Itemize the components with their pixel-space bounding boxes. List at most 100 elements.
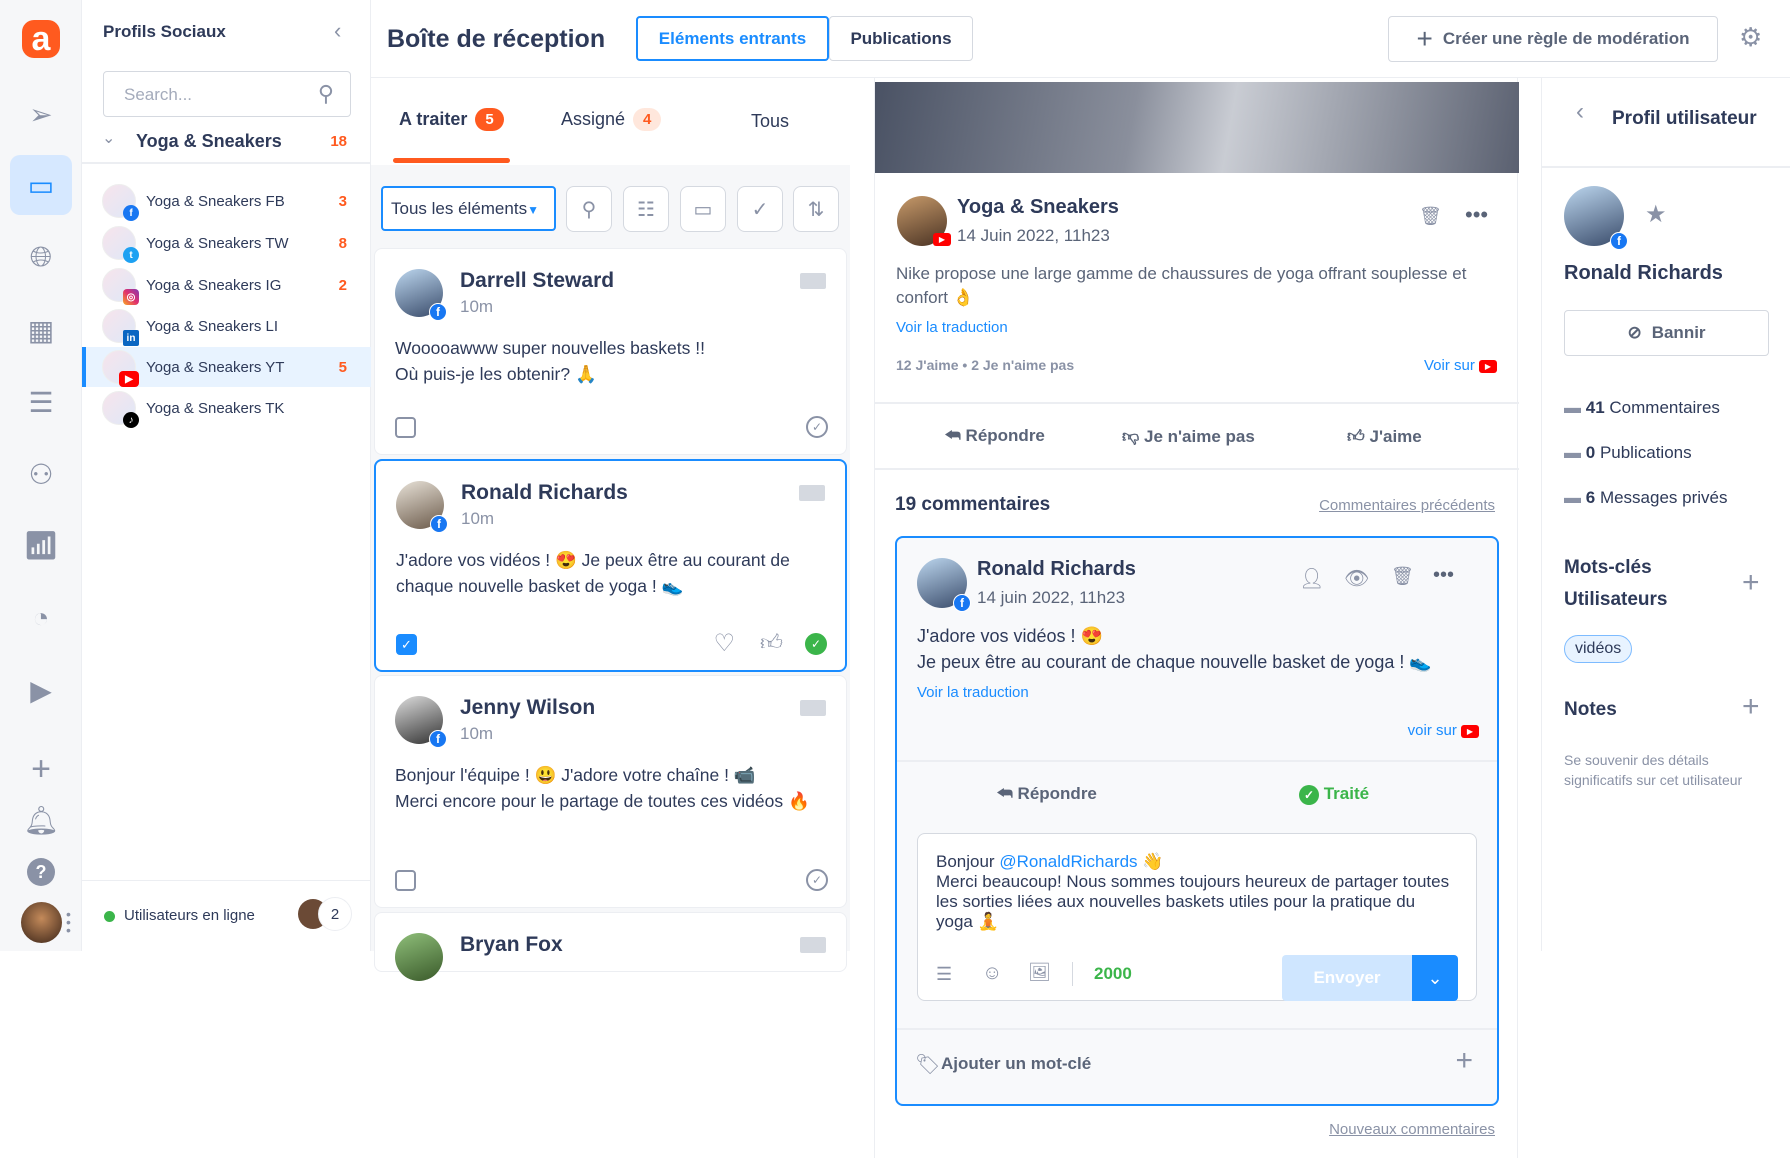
- trash-icon[interactable]: 🗑︎: [1391, 566, 1414, 587]
- post-avatar: ▶: [897, 196, 951, 246]
- more-icon[interactable]: •••: [1433, 564, 1454, 587]
- select-checkbox[interactable]: [395, 870, 416, 891]
- profile-item-li[interactable]: in Yoga & Sneakers LI: [82, 306, 371, 346]
- add-keyword-row[interactable]: 🏷︎ Ajouter un mot-clé +: [897, 1028, 1497, 1104]
- inbox-icon[interactable]: ▭: [10, 155, 72, 215]
- post-image: [875, 82, 1519, 173]
- hide-icon[interactable]: 👁︎: [1344, 566, 1369, 591]
- inbox-item[interactable]: f Darrell Steward 10m Wooooawww super no…: [374, 248, 847, 455]
- reply-button[interactable]: ⮪ Répondre: [945, 426, 1045, 446]
- thumbs-up-icon[interactable]: 👍︎: [760, 629, 783, 656]
- user-avatar[interactable]: [21, 902, 62, 943]
- previous-comments-link[interactable]: Commentaires précédents: [1319, 497, 1495, 514]
- filter-dropdown[interactable]: Tous les éléments▼: [381, 186, 556, 231]
- like-button[interactable]: 👍︎ J'aime: [1347, 426, 1422, 447]
- post-date: 14 Juin 2022, 11h23: [957, 226, 1110, 245]
- online-users[interactable]: Utilisateurs en ligne 2: [82, 880, 371, 951]
- message-text: Wooooawww super nouvelles baskets !! Où …: [395, 338, 705, 384]
- profile-item-yt[interactable]: ▶ Yoga & Sneakers YT 5: [82, 347, 371, 387]
- bell-icon[interactable]: 🔔︎: [21, 800, 61, 840]
- filter-value: Tous les éléments: [391, 199, 528, 218]
- mark-done-button[interactable]: ✓: [737, 186, 783, 232]
- collapse-icon[interactable]: ‹: [334, 18, 341, 44]
- reply-label: Répondre: [1017, 784, 1097, 803]
- calendar-button[interactable]: ▭: [680, 186, 726, 232]
- timestamp: 10m: [460, 724, 494, 743]
- profile-item-fb[interactable]: f Yoga & Sneakers FB 3: [82, 181, 371, 221]
- users-icon[interactable]: ⚇: [21, 454, 61, 494]
- tab-incoming[interactable]: Eléments entrants: [636, 16, 829, 61]
- profile-item-ig[interactable]: ◎ Yoga & Sneakers IG 2: [82, 265, 371, 305]
- profile-group[interactable]: ⌄ Yoga & Sneakers 18: [82, 126, 371, 164]
- translate-link[interactable]: Voir la traduction: [917, 684, 1029, 701]
- translate-link[interactable]: Voir la traduction: [896, 319, 1008, 336]
- processed-button[interactable]: ✓ Traité: [1299, 784, 1369, 805]
- star-icon[interactable]: ★: [1645, 200, 1667, 229]
- send-button[interactable]: Envoyer: [1282, 955, 1412, 1001]
- more-icon[interactable]: •••: [1465, 202, 1488, 228]
- dislike-button[interactable]: 👎︎ Je n'aime pas: [1122, 426, 1255, 447]
- avatar: f: [396, 481, 448, 533]
- ban-button[interactable]: ⊘ Bannir: [1564, 310, 1769, 356]
- trash-icon[interactable]: 🗑︎: [1419, 206, 1442, 227]
- more-icon[interactable]: •••: [66, 907, 71, 937]
- media-library-icon[interactable]: ▶: [21, 670, 61, 710]
- view-on-youtube-link[interactable]: Voir sur ▶: [1424, 357, 1497, 374]
- planner-icon[interactable]: ☰: [21, 382, 61, 422]
- inbox-item[interactable]: Bryan Fox: [374, 912, 847, 981]
- tab-publications[interactable]: Publications: [829, 16, 973, 61]
- globe-search-icon[interactable]: 🌐︎: [21, 237, 61, 277]
- tab-all[interactable]: Tous: [751, 111, 789, 132]
- image-icon[interactable]: 🖼︎: [1028, 962, 1051, 983]
- comment-line-2: Je peux être au courant de chaque nouvel…: [917, 652, 1432, 672]
- reply-editor[interactable]: Bonjour @RonaldRichards 👋 Merci beaucoup…: [917, 833, 1477, 1001]
- plus-icon[interactable]: +: [1455, 1044, 1473, 1078]
- send-icon[interactable]: ➢: [21, 94, 61, 134]
- select-checkbox[interactable]: ✓: [396, 634, 417, 655]
- mark-done-icon[interactable]: ✓: [806, 416, 828, 438]
- add-note-icon[interactable]: +: [1742, 690, 1760, 724]
- reply-body: Merci beaucoup! Nous sommes toujours heu…: [936, 872, 1450, 931]
- select-checkbox[interactable]: [395, 417, 416, 438]
- emoji-icon[interactable]: ☺: [982, 962, 1002, 985]
- tab-count: 5: [475, 108, 504, 131]
- saved-replies-icon[interactable]: ☰: [936, 964, 952, 985]
- help-icon[interactable]: ?: [21, 852, 61, 892]
- reply-button[interactable]: ⮪ Répondre: [997, 784, 1097, 804]
- stat-value: 6: [1585, 488, 1596, 507]
- dashboard-icon[interactable]: ◔: [21, 598, 61, 638]
- assign-user-icon[interactable]: 👤︎: [1299, 566, 1324, 591]
- divider: [1542, 166, 1790, 168]
- profile-item-tk[interactable]: ♪ Yoga & Sneakers TK: [82, 388, 371, 428]
- sort-button[interactable]: ⇅: [793, 186, 839, 232]
- tab-assigned[interactable]: Assigné 4: [561, 108, 662, 131]
- send-options-button[interactable]: ⌄: [1412, 955, 1458, 1001]
- comment-avatar: f: [917, 558, 971, 612]
- app-logo[interactable]: a: [22, 20, 60, 58]
- tab-to-process[interactable]: A traiter 5: [399, 108, 504, 131]
- inbox-item[interactable]: f Jenny Wilson 10m Bonjour l'équipe ! 😃 …: [374, 675, 847, 908]
- divider: [1072, 962, 1073, 986]
- analytics-icon[interactable]: 📶︎: [21, 525, 61, 565]
- instagram-icon: ◎: [123, 289, 139, 305]
- filters-button[interactable]: ☷: [623, 186, 669, 232]
- search-button[interactable]: ⚲: [566, 186, 612, 232]
- search-input[interactable]: Search... ⚲: [103, 71, 351, 117]
- tiktok-icon: ♪: [123, 412, 139, 428]
- mark-done-icon[interactable]: ✓: [806, 869, 828, 891]
- plus-icon[interactable]: +: [21, 749, 61, 789]
- add-keyword-icon[interactable]: +: [1742, 566, 1760, 600]
- keyword-chip[interactable]: vidéos: [1564, 635, 1633, 663]
- done-icon[interactable]: ✓: [805, 633, 827, 655]
- back-icon[interactable]: ‹: [1576, 98, 1584, 126]
- calendar-icon[interactable]: ▦: [21, 310, 61, 350]
- heart-icon[interactable]: ♡: [713, 629, 735, 658]
- inbox-item-selected[interactable]: f Ronald Richards 10m J'adore vos vidéos…: [374, 459, 847, 672]
- comment-type-icon: [800, 700, 826, 716]
- new-comments-link[interactable]: Nouveaux commentaires: [1329, 1121, 1495, 1138]
- gear-icon[interactable]: ⚙: [1739, 22, 1762, 53]
- create-rule-button[interactable]: + Créer une règle de modération: [1388, 16, 1718, 62]
- tab-label: Assigné: [561, 109, 626, 129]
- profile-item-tw[interactable]: t Yoga & Sneakers TW 8: [82, 223, 371, 263]
- view-on-youtube-link[interactable]: voir sur ▶: [1408, 722, 1479, 739]
